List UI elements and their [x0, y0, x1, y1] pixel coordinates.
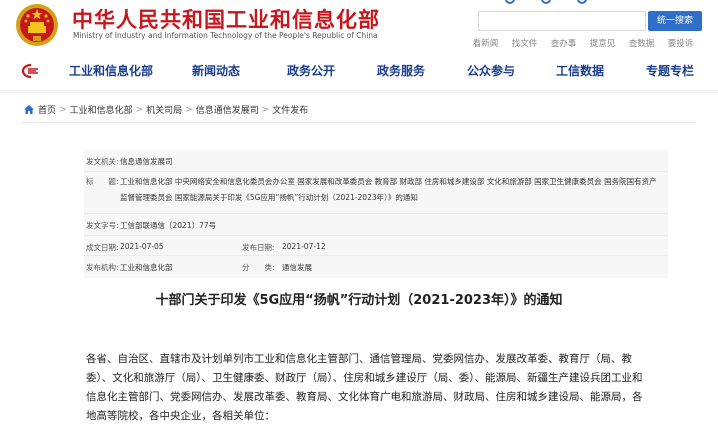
search-button[interactable]: 统一搜索 — [648, 11, 702, 31]
site-title[interactable]: 中华人民共和国工业和信息化部 — [72, 4, 380, 34]
nav-item-miit[interactable]: 工业和信息化部 — [56, 56, 166, 88]
breadcrumb-home[interactable]: 首页 — [38, 103, 56, 116]
meta-issuer-label: 发文机关: — [86, 157, 119, 166]
nav-item-data[interactable]: 工信数据 — [536, 56, 624, 88]
meta-created-label: 成文日期: — [86, 243, 119, 252]
meta-category-label: 分 类: — [242, 263, 275, 272]
site-subtitle: Ministry of Industry and Information Tec… — [73, 31, 378, 40]
nav-item-services[interactable]: 政务服务 — [356, 56, 446, 88]
quick-link-data[interactable]: 查数据 — [622, 37, 661, 49]
meta-org-label: 发布机构: — [86, 263, 119, 272]
site-header: 中华人民共和国工业和信息化部 Ministry of Industry and … — [0, 0, 718, 56]
top-icons — [505, 0, 587, 4]
miit-logo-icon[interactable] — [22, 64, 40, 78]
mobile-icon[interactable] — [577, 0, 587, 4]
breadcrumb-separator: > — [135, 104, 144, 115]
nav-item-public[interactable]: 公众参与 — [446, 56, 536, 88]
meta-published-value: 2021-07-12 — [282, 242, 326, 251]
meta-issuer-value: 信息通信发展司 — [120, 157, 173, 166]
breadcrumb-separator: > — [59, 104, 67, 115]
document-title: 十部门关于印发《5G应用“扬帆”行动计划（2021-2023年）》的通知 — [155, 293, 563, 308]
meta-row-issuer: 发文机关: 信息通信发展司 — [84, 150, 668, 172]
quick-link-feedback[interactable]: 提意见 — [583, 37, 622, 49]
meta-row-dates: 成文日期: 2021-07-05 发布日期: 2021-07-12 — [84, 236, 668, 256]
national-emblem-icon — [16, 4, 58, 46]
wechat-icon[interactable] — [541, 0, 551, 4]
home-icon[interactable] — [24, 105, 34, 114]
breadcrumb-releases[interactable]: 文件发布 — [272, 103, 308, 116]
breadcrumb: 首页 > 工业和信息化部 > 机关司局 > 信息通信发展司 > 文件发布 — [24, 103, 308, 116]
quick-links: 看新闻 找文件 查办事 提意见 查数据 要投诉 — [466, 37, 700, 49]
breadcrumb-ict-dept[interactable]: 信息通信发展司 — [196, 103, 259, 116]
meta-docno-value: 工信部联通信〔2021〕77号 — [120, 221, 217, 230]
main-nav: 工业和信息化部 新闻动态 政务公开 政务服务 公众参与 工信数据 专题专栏 — [0, 56, 718, 88]
meta-created-value: 2021-07-05 — [120, 242, 164, 251]
quick-link-files[interactable]: 找文件 — [505, 37, 544, 49]
meta-category-value: 通信发展 — [282, 263, 312, 272]
weibo-icon[interactable] — [505, 0, 515, 4]
meta-title-label: 标 题: — [86, 177, 119, 186]
nav-item-gov-affairs[interactable]: 政务公开 — [266, 56, 356, 88]
document-metadata: 发文机关: 信息通信发展司 标 题: 工业和信息化部 中央网络安全和信息化委员会… — [84, 150, 668, 278]
meta-docno-label: 发文字号: — [86, 221, 119, 230]
breadcrumb-separator: > — [261, 104, 270, 115]
breadcrumb-miit[interactable]: 工业和信息化部 — [70, 103, 133, 116]
nav-item-news[interactable]: 新闻动态 — [166, 56, 266, 88]
meta-row-docno: 发文字号: 工信部联通信〔2021〕77号 — [84, 214, 668, 236]
meta-row-title: 标 题: 工业和信息化部 中央网络安全和信息化委员会办公室 国家发展和改革委员会… — [84, 172, 668, 214]
meta-title-value: 工业和信息化部 中央网络安全和信息化委员会办公室 国家发展和改革委员会 教育部 … — [120, 177, 657, 202]
breadcrumb-divider — [22, 122, 696, 123]
nav-divider — [0, 90, 718, 93]
breadcrumb-separator: > — [185, 104, 193, 115]
breadcrumb-departments[interactable]: 机关司局 — [146, 103, 182, 116]
quick-link-services[interactable]: 查办事 — [544, 37, 583, 49]
meta-org-value: 工业和信息化部 — [120, 263, 173, 272]
nav-item-topics[interactable]: 专题专栏 — [624, 56, 716, 88]
meta-published-label: 发布日期: — [242, 243, 275, 252]
quick-link-complaint[interactable]: 要投诉 — [661, 37, 700, 49]
quick-link-news[interactable]: 看新闻 — [466, 37, 505, 49]
document-body: 各省、自治区、直辖市及计划单列市工业和信息化主管部门、通信管理局、党委网信办、发… — [86, 353, 643, 422]
meta-row-org: 发布机构: 工业和信息化部 分 类: 通信发展 — [84, 256, 668, 278]
search-input[interactable] — [478, 11, 646, 31]
